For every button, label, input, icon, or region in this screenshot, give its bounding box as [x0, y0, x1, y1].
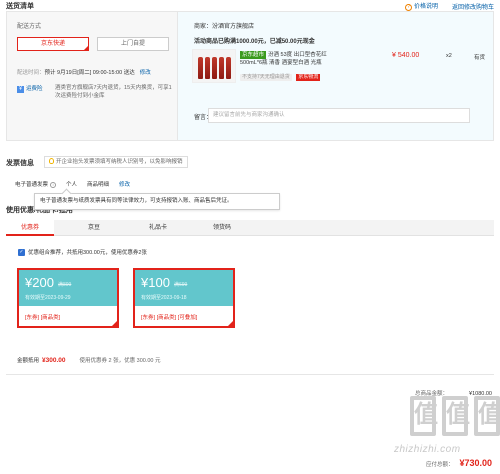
coupon-summary: 金额抵用 ¥300.00 使用优惠券 2 张，优惠 300.00 元: [17, 356, 161, 364]
info-icon[interactable]: i: [50, 182, 57, 188]
delivery-method-jd[interactable]: 京东快递: [17, 37, 89, 51]
shop-promo: 活动商品已购满1000.00元，已减50.00元现金: [194, 39, 315, 45]
watermark-glyph: 值: [442, 396, 470, 436]
question-icon: ?: [404, 4, 412, 11]
tab-redeem-code[interactable]: 领货码: [198, 220, 246, 236]
invoice-edit-link[interactable]: 修改: [119, 180, 130, 188]
coupon-summary-detail: 使用优惠券 2 张，优惠 300.00 元: [79, 358, 161, 364]
watermark-glyph: 值: [474, 396, 500, 436]
payable-value: ¥730.00: [459, 458, 492, 468]
coupon-condition: 满699: [174, 282, 188, 288]
coupon-tags: [东券] [商品类] [可叠加]: [141, 315, 198, 321]
delivery-method-pickup[interactable]: 上门自提: [97, 37, 169, 51]
payable-label: 应付总额：: [425, 462, 454, 468]
watermark-logo: 值 值 值: [410, 396, 500, 436]
header-links: ? 价格说明 返回修改购物车: [404, 1, 494, 11]
optimal-combo-text: 优惠组合推荐，共抵用300.00元，使用优惠券2张: [28, 250, 147, 256]
selected-corner-icon: [226, 319, 235, 328]
jd-logistics-badge: 京东物流: [296, 74, 321, 81]
price-help-label: 价格说明: [413, 4, 438, 10]
shop-section: 商家：汾酒官方旗舰店 活动商品已购满1000.00元，已减50.00元现金 京东…: [178, 12, 493, 140]
shipping-panel: 配送方式 京东快递 上门自提 配送时间：预计 9月19日[周二] 09:00-1…: [6, 11, 494, 141]
product-qty: x2: [446, 53, 452, 59]
invoice-tip: 开企业抬头发票须填写纳税人识别号，以免影响报销: [44, 156, 188, 168]
delivery-method-pickup-label: 上门自提: [120, 41, 145, 47]
coupon-header: ¥200 满899 有效期至2023-09-29: [19, 270, 117, 306]
coupon-summary-amount: ¥300.00: [42, 357, 66, 364]
delivery-time-label: 配送时间：: [17, 70, 45, 76]
back-to-cart-link[interactable]: 返回修改购物车: [452, 2, 494, 11]
invoice-type-text: 电子普通发票: [15, 182, 49, 188]
delivery-section: 配送方式 京东快递 上门自提 配送时间：预计 9月19日[周二] 09:00-1…: [7, 12, 178, 140]
invoice-holder: 个人: [66, 182, 78, 188]
price-help-link[interactable]: ? 价格说明: [404, 1, 438, 11]
coupon-card[interactable]: ¥200 满899 有效期至2023-09-29 [东券] [商品类]: [17, 268, 119, 328]
coupon-condition: 满899: [58, 282, 72, 288]
bulb-icon: [49, 158, 54, 164]
jd-supermarket-badge: 京东超市: [240, 51, 267, 59]
payable-total: 应付总额： ¥730.00: [426, 458, 492, 468]
product-tags: 不支持7天无理由退货 京东物流: [240, 74, 321, 81]
invoice-title: 发票信息: [6, 160, 34, 167]
coupon-card[interactable]: ¥100 满699 有效期至2023-09-18 [东券] [商品类] [可叠加…: [133, 268, 235, 328]
insurance-description: 酒类官方旗舰店7天内退货，15天内换货，可享1次运费险付到小金库: [55, 85, 172, 99]
page-title: 送货清单: [6, 3, 34, 10]
no-return-badge: 不支持7天无理由退货: [240, 74, 292, 81]
coupon-amount: ¥100: [141, 275, 170, 290]
coupon-summary-label: 金额抵用: [17, 358, 40, 364]
remark-input[interactable]: 建议留言前先与商家沟通确认: [208, 108, 470, 123]
product-name[interactable]: 京东超市 汾酒 53度 出口型杏花红 500mL*6瓶 清香 酒宴型白酒 光瓶: [240, 51, 348, 67]
coupon-tags: [东券] [商品类]: [25, 315, 61, 321]
tab-coupons[interactable]: 优惠券: [6, 220, 54, 236]
delivery-time-value: 预计 9月19日[周二] 09:00-15:00 送达: [44, 70, 135, 76]
stock-status: 有货: [474, 55, 486, 61]
invoice-details: 电子普通发票 i 个人 商品明细 修改: [15, 180, 130, 188]
coupon-expiry: 有效期至2023-09-29: [25, 295, 71, 301]
selected-corner-icon: [110, 319, 119, 328]
insurance-label[interactable]: 运费险: [26, 86, 43, 92]
coupon-amount: ¥200: [25, 275, 54, 290]
optimal-combo-option[interactable]: ✓ 优惠组合推荐，共抵用300.00元，使用优惠券2张: [18, 248, 147, 256]
checkbox-checked-icon[interactable]: ✓: [18, 248, 25, 256]
shipping-insurance: ¥ 运费险: [17, 84, 43, 93]
delivery-method-jd-label: 京东快递: [40, 41, 65, 47]
coupon-header: ¥100 满699 有效期至2023-09-18: [135, 270, 233, 306]
delivery-label: 配送方式: [17, 24, 42, 30]
invoice-tip-text: 开企业抬头发票须填写纳税人识别号，以免影响报销: [56, 159, 183, 165]
product-price: ¥ 540.00: [392, 52, 420, 59]
product-image[interactable]: [192, 49, 236, 83]
invoice-tooltip: 电子普通发票与纸质发票具有同等法律效力，可支持报销入账、商品售后凭证。: [34, 193, 280, 210]
tab-jingdou[interactable]: 京豆: [70, 220, 118, 236]
invoice-content: 商品明细: [87, 182, 110, 188]
coupon-expiry: 有效期至2023-09-18: [141, 295, 187, 301]
invoice-type: 电子普通发票 i: [15, 180, 57, 188]
shop-name[interactable]: 商家：汾酒官方旗舰店: [194, 21, 254, 30]
coupon-tabs: 优惠券 京豆 礼品卡 领货码: [6, 220, 494, 236]
watermark-glyph: 值: [410, 396, 438, 436]
delivery-time-edit-link[interactable]: 修改: [140, 70, 151, 76]
divider: [6, 374, 494, 375]
selected-corner-icon: [83, 45, 89, 51]
delivery-time: 配送时间：预计 9月19日[周二] 09:00-15:00 送达 修改: [17, 68, 151, 76]
tab-gift-card[interactable]: 礼品卡: [134, 220, 182, 236]
watermark-text: zhizhizhi.com: [394, 444, 461, 455]
insurance-icon: ¥: [17, 86, 24, 93]
